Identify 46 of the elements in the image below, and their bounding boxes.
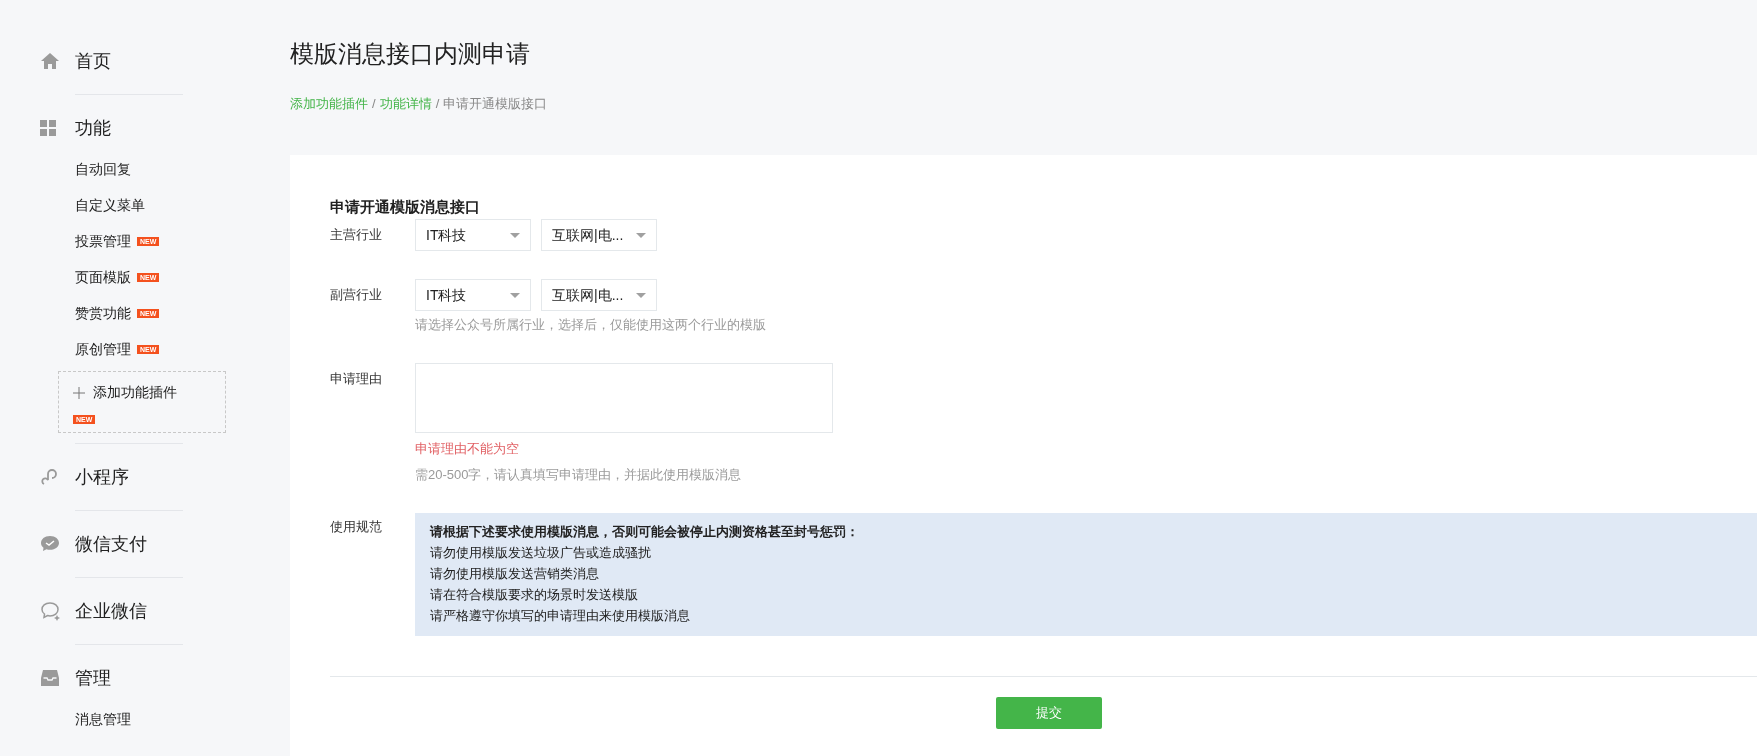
field-label: 使用规范 xyxy=(330,518,383,536)
field-label: 申请理由 xyxy=(330,370,383,388)
page-title: 模版消息接口内测申请 xyxy=(290,39,531,69)
nav-subitem[interactable]: 消息管理 xyxy=(75,708,131,730)
nav-subitem[interactable]: 投票管理 xyxy=(75,230,131,252)
chat-bubble-icon xyxy=(40,601,62,621)
nav-item[interactable]: 功能 xyxy=(75,114,111,142)
link-icon xyxy=(40,467,60,487)
grid-icon xyxy=(40,120,56,136)
home-icon xyxy=(40,52,60,70)
notice-heading: 请根据下述要求使用模版消息，否则可能会被停止内测资格甚至封号惩罚： xyxy=(430,523,860,541)
nav-item[interactable]: 首页 xyxy=(75,47,111,75)
breadcrumb-current: 申请开通模版接口 xyxy=(443,95,548,113)
caret-icon xyxy=(636,232,646,238)
nav-item[interactable]: 微信支付 xyxy=(75,530,147,558)
plus-icon xyxy=(73,386,85,399)
dropdown-select[interactable]: 互联网|电... xyxy=(541,219,657,251)
caret-icon xyxy=(510,292,520,298)
reason-textarea[interactable] xyxy=(415,363,833,433)
nav-item[interactable]: 小程序 xyxy=(75,463,129,491)
breadcrumb-separator: / xyxy=(372,95,376,113)
dropdown-select[interactable]: IT科技 xyxy=(415,219,531,251)
nav-subitem[interactable]: 赞赏功能 xyxy=(75,302,131,324)
nav-item[interactable]: 企业微信 xyxy=(75,597,147,625)
hint-text: 需20-500字，请认真填写申请理由，并据此使用模版消息 xyxy=(415,466,743,484)
notice-line: 请严格遵守你填写的申请理由来使用模版消息 xyxy=(430,607,691,625)
dropdown-select[interactable]: 互联网|电... xyxy=(541,279,657,311)
nav-item[interactable]: 管理 xyxy=(75,664,111,692)
caret-icon xyxy=(510,232,520,238)
dropdown-select[interactable]: IT科技 xyxy=(415,279,531,311)
field-label: 主营行业 xyxy=(330,226,383,244)
nav-subitem[interactable]: 页面模版 xyxy=(75,266,131,288)
error-text: 申请理由不能为空 xyxy=(415,440,520,458)
caret-icon xyxy=(636,292,646,298)
notice-line: 请在符合模版要求的场景时发送模版 xyxy=(430,586,639,604)
nav-subitem[interactable]: 自动回复 xyxy=(75,158,131,180)
chat-bubble-icon xyxy=(40,535,60,553)
form-heading: 申请开通模版消息接口 xyxy=(330,197,481,217)
field-label: 副营行业 xyxy=(330,286,383,304)
nav-subitem[interactable]: 自定义菜单 xyxy=(75,194,145,216)
hint-text: 请选择公众号所属行业，选择后，仅能使用这两个行业的模版 xyxy=(415,316,766,334)
breadcrumb-separator: / xyxy=(435,95,440,113)
notice-line: 请勿使用模版发送营销类消息 xyxy=(430,565,600,583)
nav-subitem[interactable]: 原创管理 xyxy=(75,338,131,360)
inbox-icon xyxy=(40,669,60,687)
notice-line: 请勿使用模版发送垃圾广告或造成骚扰 xyxy=(430,544,652,562)
